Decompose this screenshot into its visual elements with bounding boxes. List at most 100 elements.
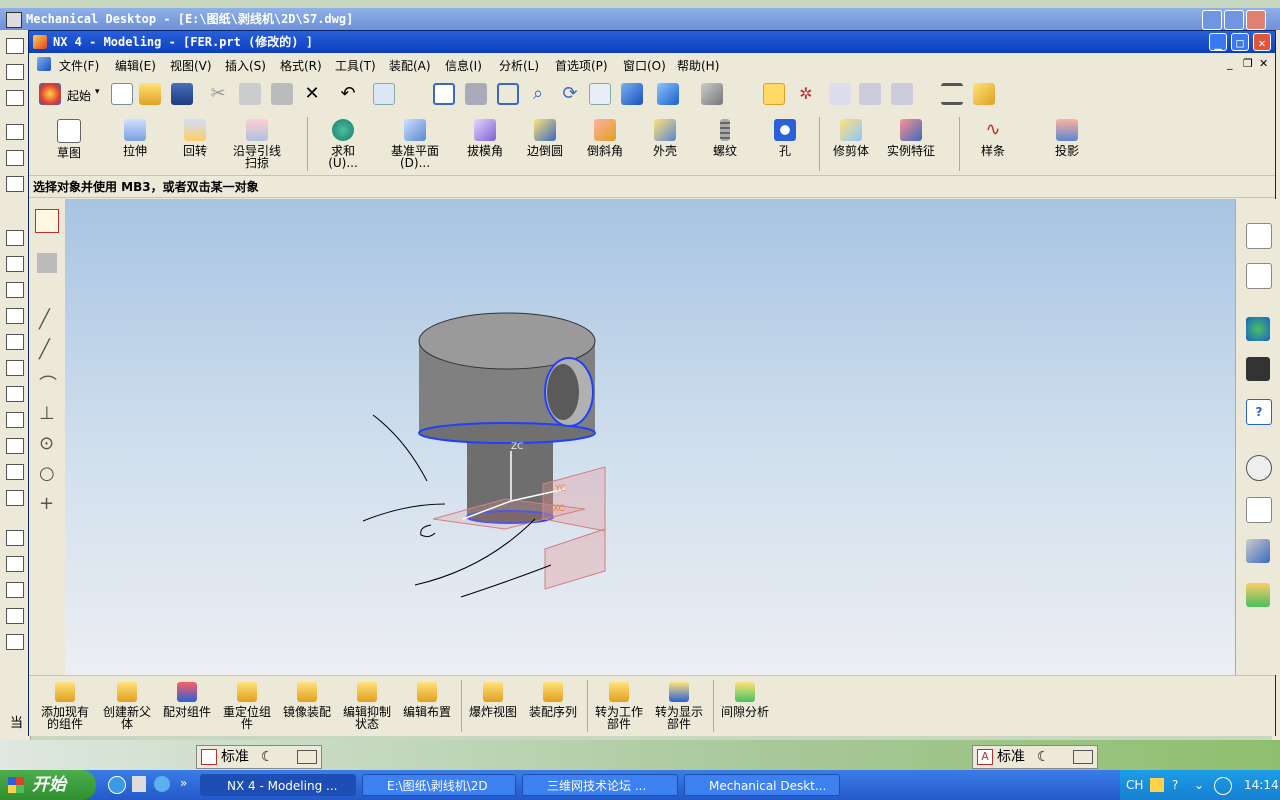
assembly-sequence-button[interactable]: 装配序列 [523,682,583,718]
moon-icon[interactable]: ☾ [1037,746,1050,768]
ime-toolbar-right[interactable]: A 标准 ☾ [972,745,1098,769]
process-studio-icon[interactable] [1246,539,1270,563]
tool-icon[interactable] [6,490,24,506]
undo-icon[interactable]: ↶ [337,83,359,105]
wcs-icon[interactable] [763,83,785,105]
tray-icon[interactable] [1150,778,1164,792]
menu-edit[interactable]: 编辑(E) [115,57,156,74]
doc-close-button[interactable]: ✕ [1259,57,1268,70]
task-explorer[interactable]: E:\图纸\剥线机\2D [362,774,516,796]
menu-help[interactable]: 帮助(H) [677,57,719,74]
edge-blend-button[interactable]: 边倒圆 [513,117,577,157]
spline-button[interactable]: ∿ 样条 [961,117,1025,157]
tool-icon[interactable] [6,464,24,480]
make-work-part-button[interactable]: 转为工作 部件 [589,682,649,730]
start-icon[interactable] [39,83,61,105]
save-icon[interactable] [171,83,193,105]
close-button[interactable]: ✕ [1253,33,1271,51]
tool-icon[interactable] [6,230,24,246]
menu-view[interactable]: 视图(V) [170,57,212,74]
ie-icon[interactable] [108,776,126,794]
shell-button[interactable]: 外壳 [633,117,697,157]
magnify-icon[interactable]: ⌕ [527,83,549,105]
paste-icon[interactable] [271,83,293,105]
keyboard-icon[interactable] [1073,750,1093,764]
maximize-button[interactable] [1224,10,1244,30]
tool-icon[interactable] [6,124,24,140]
tool-icon[interactable] [6,634,24,650]
quick-launch-icon[interactable] [154,776,170,792]
menu-insert[interactable]: 插入(S) [225,57,266,74]
menu-preferences[interactable]: 首选项(P) [555,57,608,74]
zoom-window-icon[interactable] [465,83,487,105]
layer-icon[interactable] [829,83,851,105]
palette-icon[interactable] [1246,497,1272,523]
training-icon[interactable] [1246,357,1270,381]
line-icon[interactable]: ╱ [39,309,50,330]
measure-distance-icon[interactable] [941,83,963,105]
chevron-down-icon[interactable]: ⌄ [1194,770,1204,800]
menu-analysis[interactable]: 分析(L) [499,57,539,74]
tool-icon[interactable] [6,386,24,402]
minimize-button[interactable] [1202,10,1222,30]
visibility-icon[interactable] [891,83,913,105]
fit-icon[interactable] [433,83,455,105]
tool-icon[interactable] [6,64,24,80]
edit-arrangement-button[interactable]: 编辑布置 [397,682,457,718]
moon-icon[interactable]: ☾ [261,746,274,768]
select-icon[interactable] [35,209,59,233]
menu-assembly[interactable]: 装配(A) [389,57,431,74]
tool-icon[interactable] [6,412,24,428]
rotate-icon[interactable]: ⟳ [559,83,581,105]
tool-icon[interactable] [6,176,24,192]
tool-icon[interactable] [6,150,24,166]
show-hide-icon[interactable] [859,83,881,105]
project-button[interactable]: 投影 [1035,117,1099,157]
create-new-parent-button[interactable]: 创建新父体 [97,682,157,730]
chamfer-button[interactable]: 倒斜角 [573,117,637,157]
make-displayed-part-button[interactable]: 转为显示 部件 [649,682,709,730]
task-mechanical-desktop[interactable]: Mechanical Deskt... [684,774,840,796]
arc-icon[interactable]: ⌒ [39,371,57,397]
tool-icon[interactable] [6,334,24,350]
tool-icon[interactable] [6,256,24,272]
task-nx[interactable]: NX 4 - Modeling ... [200,774,356,796]
ime-mode-label[interactable]: 标准 [221,746,249,768]
tool-icon[interactable] [6,608,24,624]
quick-launch-icon[interactable] [132,776,146,792]
part-navigator-icon[interactable] [1246,263,1272,289]
doc-restore-button[interactable]: ❐ [1243,57,1253,70]
language-indicator[interactable]: CH [1126,770,1143,800]
web-browser-icon[interactable] [1246,317,1270,341]
tool-icon[interactable] [6,530,24,546]
hole-button[interactable]: 孔 [753,117,817,157]
edit-suppression-button[interactable]: 编辑抑制 状态 [337,682,397,730]
minimize-button[interactable]: _ [1209,33,1227,51]
expand-tray-icon[interactable] [1214,777,1232,795]
instance-button[interactable]: 实例特征 [879,117,943,157]
datum-plane-button[interactable]: 基准平面 (D)... [383,117,447,169]
add-existing-component-button[interactable]: 添加现有 的组件 [35,682,95,730]
snap-point-icon[interactable]: ✲ [795,83,817,105]
mirror-assembly-button[interactable]: 镜像装配 [277,682,337,718]
menu-tools[interactable]: 工具(T) [335,57,376,74]
sketch-button[interactable]: 草图 [37,117,101,159]
zoom-icon[interactable] [497,83,519,105]
tool-icon[interactable] [6,282,24,298]
draft-button[interactable]: 拔模角 [453,117,517,157]
chevron-right-icon[interactable]: » [180,776,187,790]
mate-component-button[interactable]: 配对组件 [157,682,217,718]
menu-window[interactable]: 窗口(O) [623,57,666,74]
menu-info[interactable]: 信息(I) [445,57,482,74]
roles-icon[interactable] [1246,583,1270,607]
measure-angle-icon[interactable] [973,83,995,105]
tool-icon[interactable] [6,38,24,54]
tool-icon[interactable] [6,90,24,106]
reposition-component-button[interactable]: 重定位组件 [217,682,277,730]
sweep-button[interactable]: 沿导引线 扫掠 [225,117,289,169]
unite-button[interactable]: 求和 (U)... [311,117,375,169]
document-icon[interactable] [37,57,51,71]
shading-icon[interactable] [701,83,723,105]
task-forum[interactable]: 三维网技术论坛 ... [522,774,678,796]
delete-icon[interactable]: ✕ [301,83,323,105]
